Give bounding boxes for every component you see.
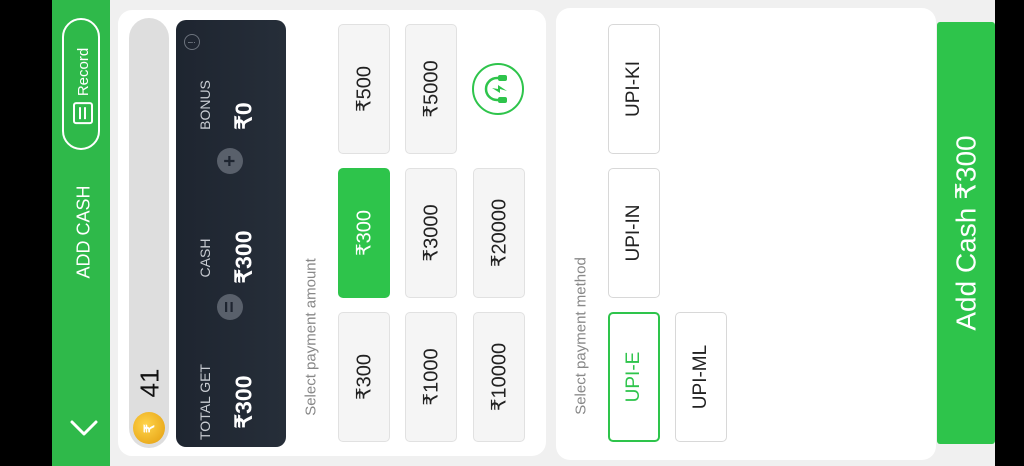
- record-label: Record: [74, 47, 92, 97]
- cash-label: CASH: [197, 238, 213, 278]
- amount-section-label: Select payment amount: [302, 258, 320, 416]
- chevron-down-icon: [70, 420, 98, 436]
- method-section-label: Select payment method: [572, 257, 590, 415]
- amount-option-10000[interactable]: ₹10000: [473, 312, 525, 442]
- method-option-upi-e[interactable]: UPI-E: [608, 312, 660, 442]
- cash-value: ₹300: [230, 230, 257, 284]
- bonus-value: ₹0: [230, 102, 257, 130]
- method-option-upi-ki[interactable]: UPI-KI: [608, 24, 660, 154]
- coin-balance: 41: [134, 368, 165, 398]
- coin-icon: ₹: [133, 412, 165, 444]
- amount-option-300[interactable]: ₹300: [338, 312, 390, 442]
- bonus-label: BONUS: [197, 80, 213, 130]
- amount-option-500[interactable]: ₹500: [338, 24, 390, 154]
- info-icon[interactable]: !: [184, 34, 200, 50]
- amount-option-300-selected[interactable]: ₹300: [338, 168, 390, 298]
- add-cash-button[interactable]: Add Cash ₹300: [937, 22, 995, 444]
- amount-option-20000[interactable]: ₹20000: [473, 168, 525, 298]
- left-bezel: [0, 0, 52, 466]
- headset-support-icon: [484, 75, 507, 103]
- amount-option-3000[interactable]: ₹3000: [405, 168, 457, 298]
- record-list-icon: [73, 102, 93, 125]
- total-get-label: TOTAL GET: [197, 364, 213, 440]
- plus-icon: +: [217, 148, 243, 174]
- support-button[interactable]: [472, 63, 524, 115]
- right-bezel: [995, 0, 1024, 466]
- total-get-value: ₹300: [230, 375, 257, 429]
- record-button[interactable]: Record: [62, 18, 100, 150]
- page-title: ADD CASH: [73, 185, 94, 279]
- equals-icon: =: [217, 294, 243, 320]
- back-button[interactable]: [64, 408, 104, 448]
- amount-option-1000[interactable]: ₹1000: [405, 312, 457, 442]
- method-option-upi-ml[interactable]: UPI-ML: [675, 312, 727, 442]
- amount-option-5000[interactable]: ₹5000: [405, 24, 457, 154]
- method-option-upi-in[interactable]: UPI-IN: [608, 168, 660, 298]
